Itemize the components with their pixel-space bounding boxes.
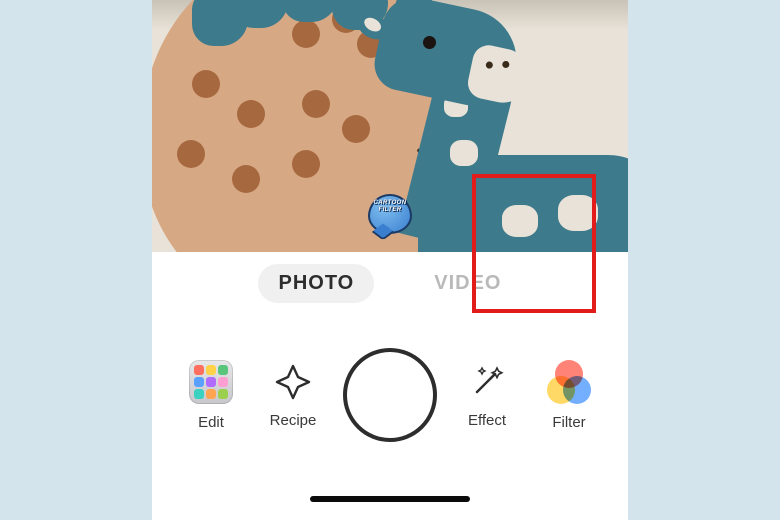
magic-wand-icon xyxy=(467,362,507,402)
tab-photo[interactable]: PHOTO xyxy=(258,264,374,303)
cartoon-filter-badge[interactable]: CARTOON FILTER xyxy=(368,194,412,234)
badge-text: CARTOON FILTER xyxy=(368,200,412,214)
tab-video[interactable]: VIDEO xyxy=(414,264,521,303)
home-indicator[interactable] xyxy=(310,496,470,502)
shutter-button[interactable] xyxy=(343,348,437,442)
bottom-toolbar: Edit Recipe Effect xyxy=(152,330,628,460)
filter-label: Filter xyxy=(552,414,585,431)
mode-tabs: PHOTO VIDEO xyxy=(152,252,628,314)
edit-button[interactable]: Edit xyxy=(179,360,243,431)
color-circles-icon xyxy=(547,360,591,404)
recipe-button[interactable]: Recipe xyxy=(261,362,325,429)
edit-label: Edit xyxy=(198,414,224,431)
gallery-grid-icon xyxy=(189,360,233,404)
recipe-label: Recipe xyxy=(270,412,317,429)
screenshot-stage: CARTOON FILTER PHOTO VIDEO Edit Recipe xyxy=(0,0,780,520)
camera-viewfinder[interactable]: CARTOON FILTER xyxy=(152,0,628,252)
effect-button[interactable]: Effect xyxy=(455,362,519,429)
sparkle-icon xyxy=(273,362,313,402)
effect-label: Effect xyxy=(468,412,506,429)
filter-button[interactable]: Filter xyxy=(537,360,601,431)
phone-frame: CARTOON FILTER PHOTO VIDEO Edit Recipe xyxy=(152,0,628,520)
